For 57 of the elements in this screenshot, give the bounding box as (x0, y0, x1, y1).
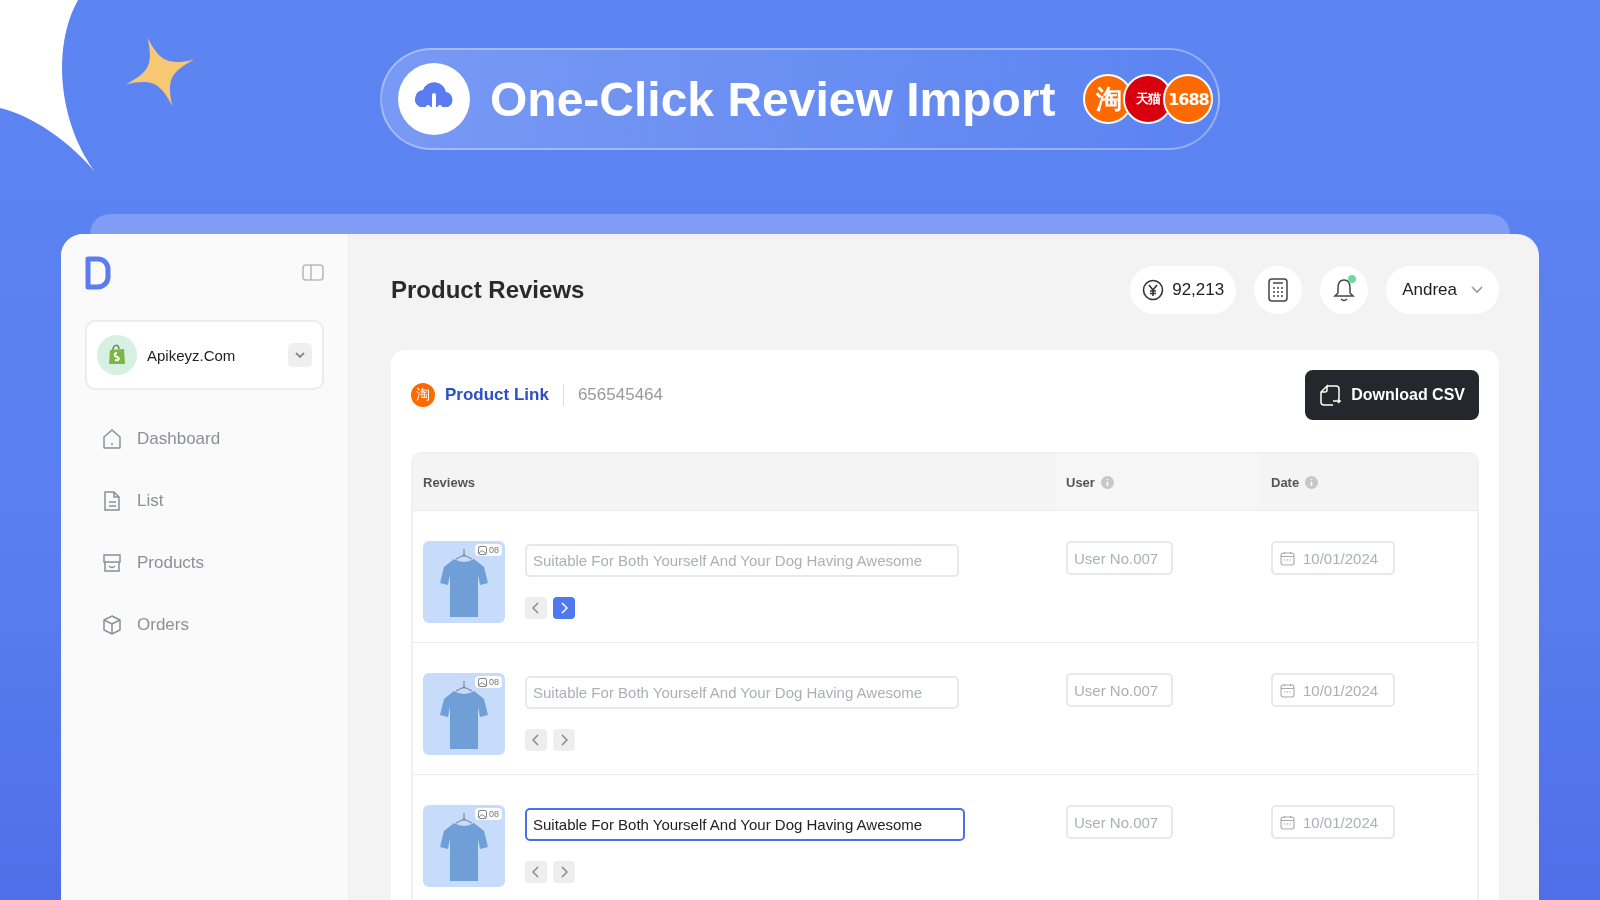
store-selector[interactable]: Apikeyz.Com (85, 320, 324, 390)
photo-count: 08 (475, 544, 502, 556)
page-title: Product Reviews (391, 276, 585, 304)
calculator-icon (1268, 278, 1289, 302)
next-button[interactable] (553, 729, 575, 751)
cloud-download-icon (398, 63, 470, 135)
review-field[interactable]: Suitable For Both Yourself And Your Dog Having Awesome (525, 544, 959, 577)
shopping-bag-icon (97, 335, 137, 375)
image-icon (478, 545, 487, 555)
previous-button[interactable] (525, 597, 547, 619)
chevron-right-icon (560, 866, 568, 878)
date-field[interactable]: 10/01/2024 (1271, 541, 1395, 575)
download-csv-button[interactable]: Download CSV (1305, 370, 1479, 420)
review-field[interactable]: Suitable For Both Yourself And Your Dog Having Awesome (525, 808, 965, 841)
info-icon (1305, 475, 1319, 489)
user-field[interactable]: User No.007 (1066, 805, 1173, 839)
chevron-left-icon (532, 734, 540, 746)
store-icon (101, 552, 123, 574)
chevron-left-icon (532, 602, 540, 614)
previous-button[interactable] (525, 729, 547, 751)
logo-icon (85, 256, 111, 290)
photo-count: 08 (475, 676, 502, 688)
platform-badge-icon: 淘 (411, 383, 435, 407)
export-icon (1319, 384, 1342, 406)
column-header: Reviews (423, 474, 476, 490)
next-button[interactable] (553, 597, 575, 619)
user-menu[interactable]: Andrea (1386, 266, 1499, 314)
yen-coin-icon (1142, 279, 1165, 301)
user-field[interactable]: User No.007 (1066, 673, 1173, 707)
info-icon (1100, 475, 1114, 489)
chevron-down-icon (1471, 286, 1483, 294)
dropdown-chevron-icon (288, 343, 312, 367)
photo-count: 08 (475, 808, 502, 820)
calculator-button[interactable] (1254, 266, 1303, 314)
chevron-left-icon (532, 866, 540, 878)
notification-button[interactable] (1320, 266, 1369, 314)
cube-icon (101, 614, 123, 636)
banner-title: One-Click Review Import (490, 71, 1056, 127)
sidebar-toggle-icon[interactable] (302, 264, 324, 282)
image-icon (478, 677, 487, 687)
review-field[interactable]: Suitable For Both Yourself And Your Dog Having Awesome (525, 676, 959, 709)
date-field[interactable]: 10/01/2024 (1271, 673, 1395, 707)
previous-button[interactable] (525, 861, 547, 883)
date-field[interactable]: 10/01/2024 (1271, 805, 1395, 839)
chevron-right-icon (560, 602, 568, 614)
home-icon (101, 428, 123, 450)
next-button[interactable] (553, 861, 575, 883)
column-header: Date (1271, 474, 1300, 490)
product-id: 656545464 (577, 385, 663, 405)
column-header: User (1066, 474, 1095, 490)
balance-pill[interactable]: 92,213 (1130, 266, 1237, 314)
user-field[interactable]: User No.007 (1066, 541, 1173, 575)
bell-icon (1332, 277, 1357, 303)
product-link[interactable]: Product Link (445, 385, 549, 405)
image-icon (478, 809, 487, 819)
document-icon (101, 490, 123, 512)
chevron-right-icon (560, 734, 568, 746)
